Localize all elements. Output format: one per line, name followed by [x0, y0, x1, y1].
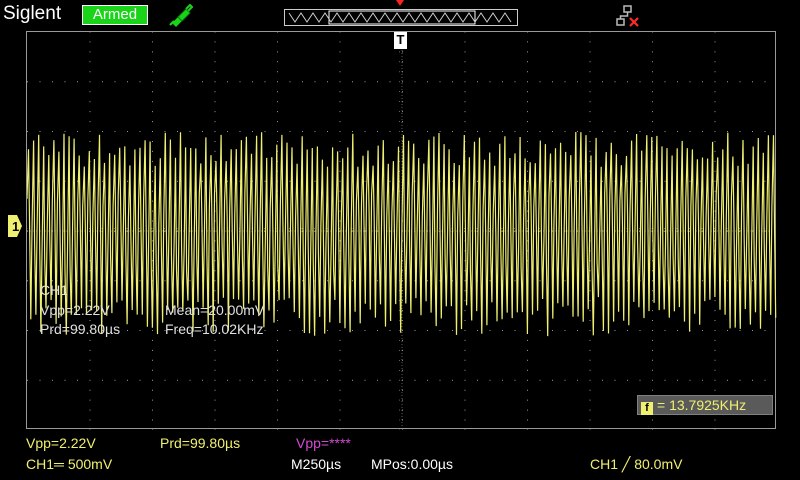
trigger-time-marker[interactable]: T [394, 32, 407, 49]
trigger-position-marker-icon [396, 0, 404, 6]
frequency-counter-value: = 13.7925KHz [657, 397, 747, 413]
overlay-vpp: Vpp=2.22V [40, 302, 110, 318]
scope-graticule [26, 31, 777, 431]
overlay-channel-label: CH1 [40, 282, 69, 298]
overlay-mean: Mean=20.00mV [165, 302, 265, 318]
channel-1-scale[interactable]: CH1═ 500mV [26, 456, 112, 472]
horizontal-position[interactable]: MPos:0.00µs [371, 456, 453, 472]
probe-icon [169, 3, 194, 27]
bottom-vpp-ch2: Vpp=**** [296, 435, 351, 451]
waveform-overview-icon [288, 10, 512, 25]
bottom-vpp-ch1: Vpp=2.22V [26, 435, 96, 451]
overlay-frequency: Freq=10.02KHz [165, 321, 264, 337]
channel-1-label: 1 [12, 219, 19, 234]
brand-label: Siglent [3, 3, 62, 24]
overlay-period: Prd=99.80µs [40, 321, 121, 337]
channel-1-trace [26, 131, 777, 337]
trigger-position-overview[interactable] [284, 9, 518, 26]
channel-1-level-marker[interactable]: 1 [8, 215, 22, 237]
network-disconnected-icon [616, 5, 639, 27]
acquisition-status-badge: Armed [82, 5, 148, 25]
timebase-scale[interactable]: M250µs [291, 456, 341, 472]
waveform-display[interactable] [26, 31, 777, 431]
frequency-counter: f = 13.7925KHz [637, 395, 773, 415]
frequency-counter-icon: f [641, 402, 653, 415]
trigger-level[interactable]: CH1 ╱ 80.0mV [590, 456, 682, 473]
bottom-period-ch1: Prd=99.80µs [160, 435, 241, 451]
